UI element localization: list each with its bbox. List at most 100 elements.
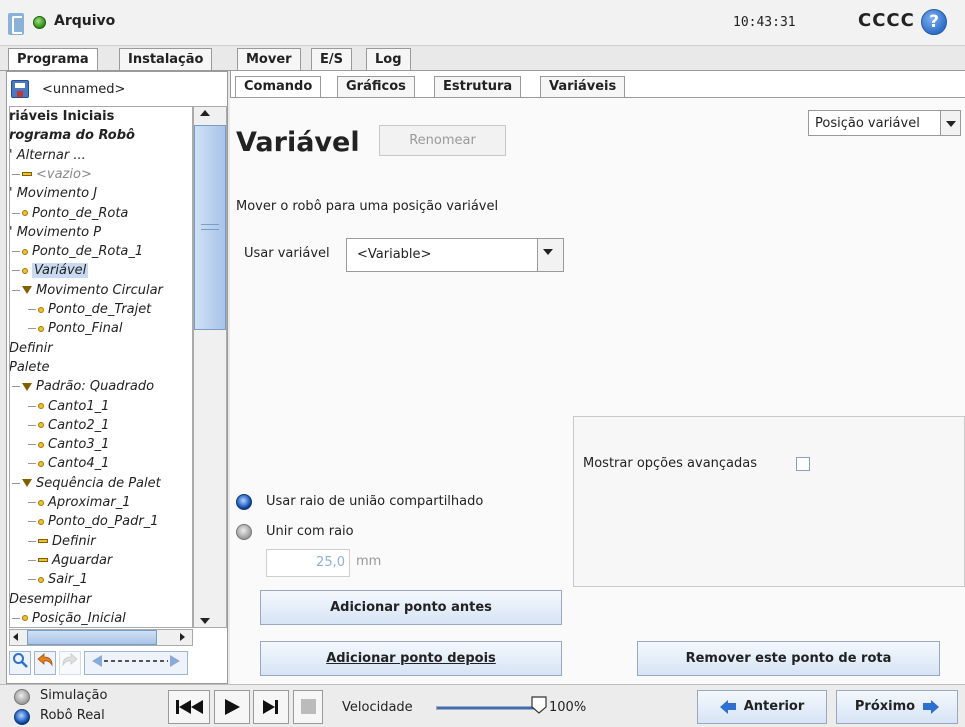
help-icon[interactable]: ? [921,9,947,35]
tree-node[interactable]: Palete [10,358,50,377]
tree-node[interactable]: Canto4_1 [28,454,109,473]
page-title: Variável [236,127,360,158]
tree-node[interactable]: ' Movimento J [9,184,98,203]
tree-node[interactable]: ' Alternar ... [10,146,86,165]
tree-horizontal-scroll-thumb[interactable] [27,630,157,645]
tree-node-label: Variável [32,263,89,279]
tree-node[interactable]: <vazio> [12,165,92,184]
tree-node-label: Ponto_do_Padr_1 [48,514,159,530]
tree-node[interactable]: Ponto_do_Padr_1 [28,512,158,531]
tree-node[interactable]: Ponto_de_Rota_1 [12,242,143,261]
scroll-right-icon[interactable] [180,633,185,641]
tree-node[interactable]: Canto2_1 [28,416,109,435]
action-icon [38,558,48,563]
tree-node[interactable]: Canto1_1 [28,397,109,416]
tree-node[interactable]: Sequência de Palet [12,474,161,493]
real-robot-label: Robô Real [40,708,105,723]
simulation-radio[interactable] [14,689,30,705]
tree-node[interactable]: ' Movimento P [10,223,101,242]
add-waypoint-before-button[interactable]: Adicionar ponto antes [260,590,562,625]
previous-label: Anterior [743,699,805,714]
tab-log[interactable]: Log [366,48,411,70]
advanced-options-label: Mostrar opções avançadas [583,456,758,471]
tree-node[interactable]: Aproximar_1 [28,493,131,512]
tree-node-label: Definir [52,533,96,549]
tree-node[interactable]: Ponto_de_Rota [12,204,128,223]
variable-select[interactable]: <Variable> [346,238,564,272]
expand-triangle-icon [22,479,32,488]
tree-node[interactable]: Definir [10,339,53,358]
undo-icon[interactable] [34,651,56,675]
tab-mover[interactable]: Mover [237,48,301,70]
arrow-right-icon [931,699,940,714]
waypoint-icon [38,518,44,525]
previous-button[interactable]: Anterior [697,690,827,724]
tree-node[interactable]: Ponto_de_Trajet [28,300,151,319]
blend-radius-label: Unir com raio [266,524,354,539]
tree-node[interactable]: Movimento Circular [12,281,163,300]
tab-variaveis[interactable]: Variáveis [540,76,626,97]
tree-node-label: ' Movimento J [9,186,98,202]
next-button[interactable]: Próximo [836,690,958,724]
tree-node[interactable]: Sair_1 [28,570,88,589]
tree-node-label: <vazio> [36,166,92,182]
robot-name: CCCC [858,10,915,31]
expand-triangle-icon [22,286,32,295]
tree-node-label: Canto4_1 [48,456,110,472]
blend-radius-radio[interactable] [236,524,252,540]
save-icon[interactable] [11,80,29,98]
tab-graficos[interactable]: Gráficos [337,76,415,97]
add-waypoint-after-button[interactable]: Adicionar ponto depois [260,641,562,676]
tree-node[interactable]: Definir [28,532,96,551]
scroll-down-icon[interactable] [200,618,210,624]
real-robot-radio[interactable] [14,709,30,725]
tree-node-label: Ponto_de_Trajet [48,302,152,317]
waypoint-icon [22,210,28,216]
scroll-up-icon[interactable] [200,110,210,116]
scroll-left-icon[interactable] [13,633,18,641]
waypoint-icon [38,422,44,429]
shared-blend-radio[interactable] [236,494,252,510]
expand-triangle-icon [22,382,32,391]
tree-node[interactable]: Canto3_1 [28,435,109,454]
advanced-options-checkbox[interactable] [796,457,810,471]
position-type-dropdown[interactable]: Posição variável [808,110,961,136]
tree-node[interactable]: riáveis Iniciais [10,107,114,126]
redo-icon[interactable] [59,651,81,675]
search-icon[interactable] [9,651,31,675]
tab-estrutura[interactable]: Estrutura [434,76,522,97]
tab-programa[interactable]: Programa [8,48,98,72]
stop-button[interactable] [293,690,323,724]
shared-blend-label: Usar raio de união compartilhado [266,494,484,509]
tree-node[interactable]: Ponto_Final [28,319,123,338]
tree-node[interactable]: Posição_Inicial [12,609,126,627]
tab-comando[interactable]: Comando [235,76,322,98]
chevron-down-icon[interactable] [537,239,563,271]
program-tree[interactable]: riáveis Iniciais rograma do Robô ' Alterna… [9,106,193,628]
speed-slider-thumb[interactable] [530,695,548,715]
tree-node[interactable]: Variável [12,261,89,280]
tree-node[interactable]: Padrão: Quadrado [12,377,154,396]
play-button[interactable] [214,690,250,724]
arrow-left-icon [719,699,728,714]
rename-button[interactable]: Renomear [379,125,506,156]
advanced-options-box [573,416,965,587]
tree-node[interactable]: Aguardar [28,551,112,570]
skip-to-start-button[interactable] [168,690,210,724]
tree-node[interactable]: Desempilhar [10,590,91,609]
step-button[interactable] [253,690,289,724]
blend-radius-input[interactable]: 25,0 [266,549,350,577]
tree-node[interactable]: rograma do Robô [10,126,135,145]
instruction-text: Mover o robô para uma posição variável [236,199,499,214]
robot-status-icon[interactable] [33,16,46,29]
chevron-down-icon[interactable] [940,111,960,135]
tab-instalacao[interactable]: Instalação [119,48,213,70]
tree-vertical-scroll-thumb[interactable] [194,125,226,330]
remove-waypoint-button[interactable]: Remover este ponto de rota [637,641,940,676]
file-menu[interactable]: Arquivo [54,13,115,29]
tree-node-label: Posição_Inicial [32,610,126,626]
expand-collapse-icon[interactable] [84,651,188,675]
speed-slider[interactable] [436,706,540,710]
tab-es[interactable]: E/S [311,48,352,70]
next-label: Próximo [854,699,916,714]
